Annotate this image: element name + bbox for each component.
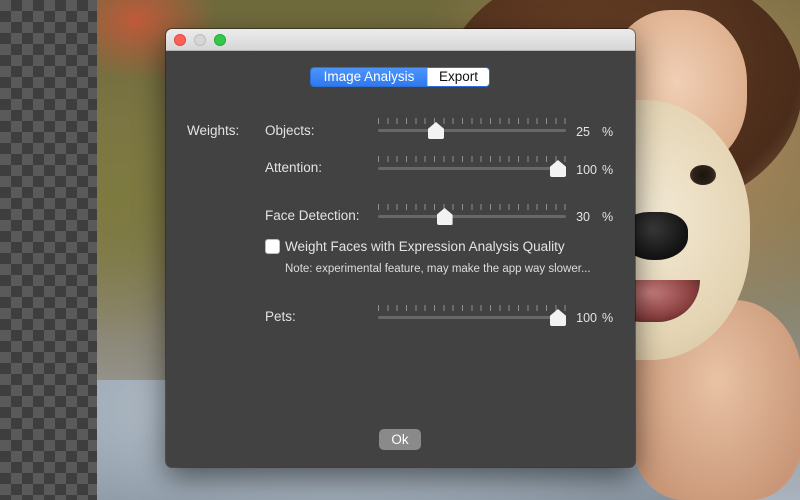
ok-button[interactable]: Ok (379, 429, 421, 450)
slider-thumb[interactable] (436, 208, 453, 225)
zoom-button[interactable] (214, 34, 226, 46)
objects-label: Objects: (265, 123, 315, 138)
face-detection-label: Face Detection: (265, 208, 360, 223)
transparency-checkerboard (0, 0, 97, 500)
expression-analysis-label[interactable]: Weight Faces with Expression Analysis Qu… (285, 239, 565, 254)
attention-unit: % (602, 163, 614, 177)
pets-slider[interactable] (378, 305, 566, 327)
tab-image-analysis[interactable]: Image Analysis (311, 68, 427, 86)
objects-unit: % (602, 125, 614, 139)
tab-export[interactable]: Export (427, 68, 489, 86)
slider-track (378, 316, 566, 319)
slider-track (378, 167, 566, 170)
face-detection-unit: % (602, 210, 614, 224)
face-detection-value: 30 (576, 210, 590, 224)
slider-thumb[interactable] (550, 309, 566, 326)
weights-label: Weights: (187, 123, 240, 138)
slider-ticks (378, 305, 566, 311)
minimize-button[interactable] (194, 34, 206, 46)
slider-thumb[interactable] (550, 160, 566, 177)
attention-slider[interactable] (378, 156, 566, 178)
objects-value: 25 (576, 125, 590, 139)
objects-slider[interactable] (378, 118, 566, 140)
attention-label: Attention: (265, 160, 323, 175)
slider-track (378, 129, 566, 132)
experimental-note: Note: experimental feature, may make the… (285, 263, 591, 275)
tab-segmented-control: Image Analysis Export (310, 67, 490, 87)
attention-value: 100 (576, 163, 597, 177)
settings-window: Image Analysis Export Weights: Objects: … (166, 29, 635, 467)
slider-ticks (378, 156, 566, 162)
expression-analysis-checkbox[interactable] (265, 239, 280, 254)
title-bar[interactable] (166, 29, 635, 51)
close-button[interactable] (174, 34, 186, 46)
face-detection-slider[interactable] (378, 204, 566, 226)
pets-label: Pets: (265, 309, 296, 324)
slider-thumb[interactable] (428, 122, 444, 139)
pets-value: 100 (576, 311, 597, 325)
photo-dog-eye (690, 165, 716, 185)
slider-ticks (378, 118, 566, 124)
pets-unit: % (602, 311, 614, 325)
slider-ticks (378, 204, 566, 210)
slider-track (378, 215, 566, 218)
